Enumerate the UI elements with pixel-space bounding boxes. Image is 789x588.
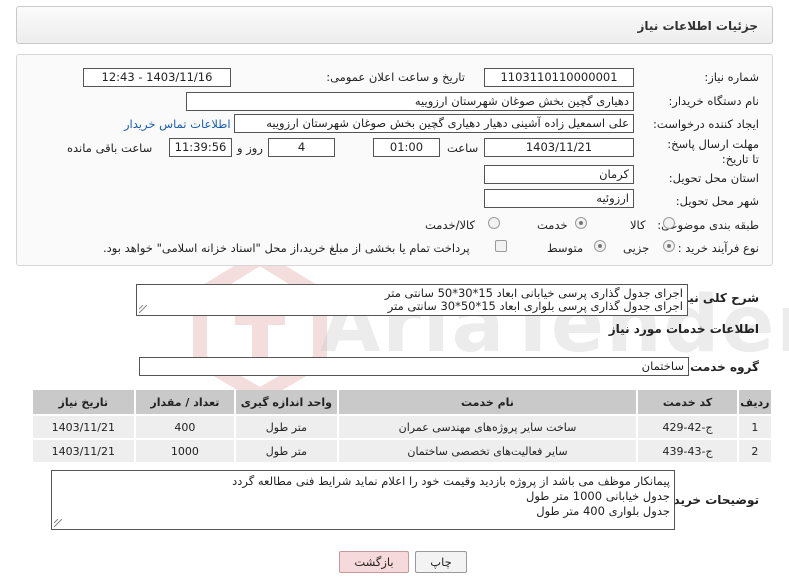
city-field[interactable]: ارزوئیه	[484, 189, 634, 208]
deadline-time-field[interactable]: 01:00	[373, 138, 440, 157]
cell-row-number: 2	[738, 440, 771, 462]
resize-handle-icon[interactable]	[139, 305, 147, 313]
column-header-service-name: نام خدمت	[338, 390, 637, 414]
category-radio-service[interactable]	[575, 217, 587, 229]
table-header-row: ردیف کد خدمت نام خدمت واحد اندازه گیری ت…	[33, 390, 771, 414]
deadline-time-label: ساعت	[447, 141, 479, 155]
watermark-logo-icon	[193, 250, 327, 400]
remaining-time-label: ساعت باقی مانده	[67, 141, 153, 155]
buyer-notes-textarea[interactable]: پیمانکار موظف می باشد از پروژه بازدید وق…	[51, 470, 675, 530]
cell-unit: متر طول	[236, 416, 337, 438]
buyer-notes-line-2: جدول خیابانی 1000 متر طول	[526, 489, 670, 503]
process-label: نوع فرآیند خرید :	[677, 241, 759, 255]
need-number-field[interactable]: 1103110110000001	[484, 68, 634, 87]
column-header-need-date: تاریخ نیاز	[33, 390, 134, 414]
service-group-label: گروه خدمت:	[685, 360, 759, 374]
announce-date-field[interactable]: 1403/11/16 - 12:43	[83, 68, 231, 87]
table-row: 1 ج-42-429 ساخت سایر پروژه‌های مهندسی عم…	[33, 416, 771, 438]
province-field[interactable]: کرمان	[484, 165, 634, 184]
column-header-service-code: کد خدمت	[638, 390, 737, 414]
services-table: ردیف کد خدمت نام خدمت واحد اندازه گیری ت…	[31, 388, 773, 464]
remaining-time-field[interactable]: 11:39:56	[169, 138, 232, 157]
cell-service-code: ج-42-429	[638, 416, 737, 438]
cell-unit: متر طول	[236, 440, 337, 462]
service-group-field[interactable]: ساختمان	[139, 357, 689, 376]
province-label: استان محل تحویل:	[668, 171, 759, 185]
cell-service-name: سایر فعالیت‌های تخصصی ساختمان	[338, 440, 637, 462]
print-button[interactable]: چاپ	[415, 551, 467, 573]
announce-date-label: تاریخ و ساعت اعلان عمومی:	[326, 70, 465, 84]
city-label: شهر محل تحویل:	[675, 194, 759, 208]
services-section-title: اطلاعات خدمات مورد نیاز	[608, 322, 759, 336]
process-radio-medium[interactable]	[594, 240, 606, 252]
cell-service-code: ج-43-439	[638, 440, 737, 462]
treasury-payment-note: پرداخت تمام یا بخشی از مبلغ خرید،از محل …	[103, 241, 470, 255]
cell-need-date: 1403/11/21	[33, 440, 134, 462]
column-header-unit: واحد اندازه گیری	[236, 390, 337, 414]
column-header-row-number: ردیف	[738, 390, 771, 414]
buyer-notes-line-1: پیمانکار موظف می باشد از پروژه بازدید وق…	[232, 474, 670, 488]
need-number-label: شماره نیاز:	[704, 70, 759, 84]
remaining-days-field[interactable]: 4	[268, 138, 335, 157]
deadline-date-field[interactable]: 1403/11/21	[484, 138, 634, 157]
cell-quantity: 1000	[135, 440, 235, 462]
process-option-minor: جزیی	[623, 241, 650, 255]
table-row: 2 ج-43-439 سایر فعالیت‌های تخصصی ساختمان…	[33, 440, 771, 462]
process-radio-minor[interactable]	[663, 240, 675, 252]
buyer-contact-link[interactable]: اطلاعات تماس خریدار	[124, 117, 231, 131]
page-title: جزئیات اطلاعات نیاز	[637, 19, 758, 33]
buyer-org-label: نام دستگاه خریدار:	[668, 94, 759, 108]
cell-quantity: 400	[135, 416, 235, 438]
buyer-notes-line-3: جدول بلواری 400 متر طول	[536, 504, 670, 518]
buyer-org-field[interactable]: دهیاری گچین بخش صوغان شهرستان ارزوییه	[186, 92, 634, 111]
category-radio-goods[interactable]	[663, 217, 675, 229]
cell-row-number: 1	[738, 416, 771, 438]
page-header: جزئیات اطلاعات نیاز	[16, 6, 773, 44]
category-option-goods: کالا	[630, 218, 646, 232]
summary-textarea[interactable]: اجرای جدول گذاری پرسی خیابانی ابعاد 15*3…	[136, 284, 688, 316]
summary-line-2: اجرای جدول گذاری پرسی بلواری ابعاد 15*50…	[387, 299, 683, 313]
treasury-payment-checkbox[interactable]	[495, 240, 507, 252]
column-header-quantity: تعداد / مقدار	[135, 390, 235, 414]
cell-need-date: 1403/11/21	[33, 416, 134, 438]
requester-field[interactable]: علی اسمعیل زاده آشینی دهیار دهیاری گچین …	[234, 114, 634, 133]
deadline-label: مهلت ارسال پاسخ: تا تاریخ:	[667, 137, 759, 166]
category-radio-goods-service[interactable]	[488, 217, 500, 229]
process-option-medium: متوسط	[547, 241, 584, 255]
days-label: روز و	[237, 141, 263, 155]
cell-service-name: ساخت سایر پروژه‌های مهندسی عمران	[338, 416, 637, 438]
requester-label: ایجاد کننده درخواست:	[653, 117, 759, 131]
category-option-service: خدمت	[537, 218, 568, 232]
category-option-goods-service: کالا/خدمت	[425, 218, 476, 232]
resize-handle-icon[interactable]	[54, 519, 62, 527]
back-button[interactable]: بازگشت	[339, 551, 409, 573]
